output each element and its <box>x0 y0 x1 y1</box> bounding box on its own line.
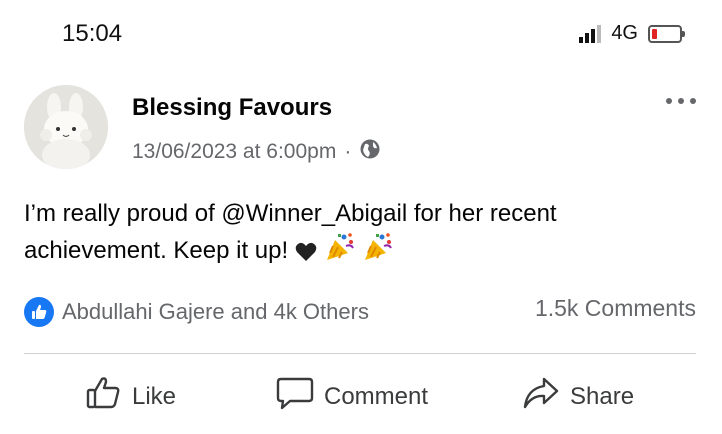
globe-icon[interactable] <box>359 138 381 166</box>
comments-count[interactable]: 1.5k Comments <box>535 295 696 322</box>
thumbs-up-icon <box>86 376 122 417</box>
party-popper-icon <box>324 232 356 273</box>
more-options-icon[interactable] <box>666 98 696 104</box>
share-label: Share <box>570 382 635 410</box>
post-text: I’m really proud of @Winner_Abigail for … <box>24 196 674 273</box>
battery-low-icon <box>648 24 685 43</box>
author-avatar[interactable] <box>24 85 108 169</box>
post-timestamp[interactable]: 13/06/2023 at 6:00pm <box>132 140 336 164</box>
share-arrow-icon <box>522 376 560 417</box>
comment-label: Comment <box>324 382 429 410</box>
like-label: Like <box>132 382 177 410</box>
cellular-signal-icon <box>579 24 602 43</box>
reaction-summary[interactable]: Abdullahi Gajere and 4k Others <box>24 297 369 327</box>
like-button[interactable]: Like <box>86 376 176 417</box>
network-type: 4G <box>611 22 638 44</box>
divider <box>24 353 696 354</box>
share-button[interactable]: Share <box>522 376 634 417</box>
comment-button[interactable]: Comment <box>276 376 428 417</box>
status-time: 15:04 <box>62 20 123 47</box>
meta-separator: · <box>344 140 352 163</box>
post-body: I’m really proud of @Winner_Abigail for … <box>24 200 557 264</box>
author-name[interactable]: Blessing Favours <box>132 94 332 122</box>
post-meta: 13/06/2023 at 6:00pm · <box>132 138 381 166</box>
like-reaction-icon <box>24 297 54 327</box>
comment-icon <box>276 376 314 417</box>
status-indicators: 4G <box>579 22 685 45</box>
reactors-text: Abdullahi Gajere and 4k Others <box>62 299 369 324</box>
heart-icon <box>295 237 317 273</box>
party-popper-icon <box>362 232 394 273</box>
